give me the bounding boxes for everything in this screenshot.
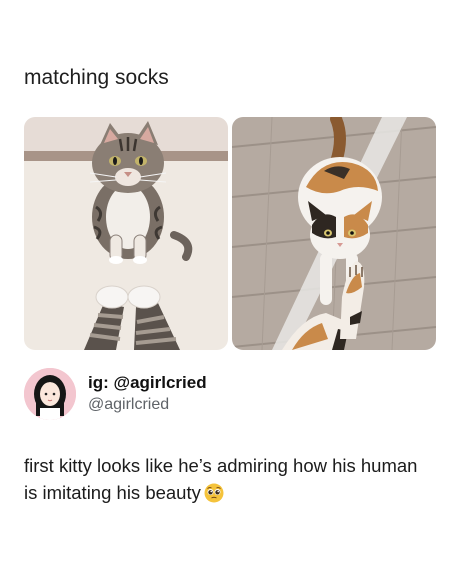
avatar-illustration [24,368,76,420]
post-caption: first kitty looks like he’s admiring how… [24,452,434,506]
author-handle[interactable]: @agirlcried [88,396,169,414]
pleading-face-emoji [204,483,224,503]
post-title: matching socks [24,66,169,89]
calico-cat-image [232,117,436,350]
author-avatar[interactable] [24,368,76,420]
tabby-cat-photo[interactable] [24,117,228,350]
calico-cat-photo[interactable] [232,117,436,350]
author-display-name[interactable]: ig: @agirlcried [88,373,207,393]
tabby-cat-image [24,117,228,350]
